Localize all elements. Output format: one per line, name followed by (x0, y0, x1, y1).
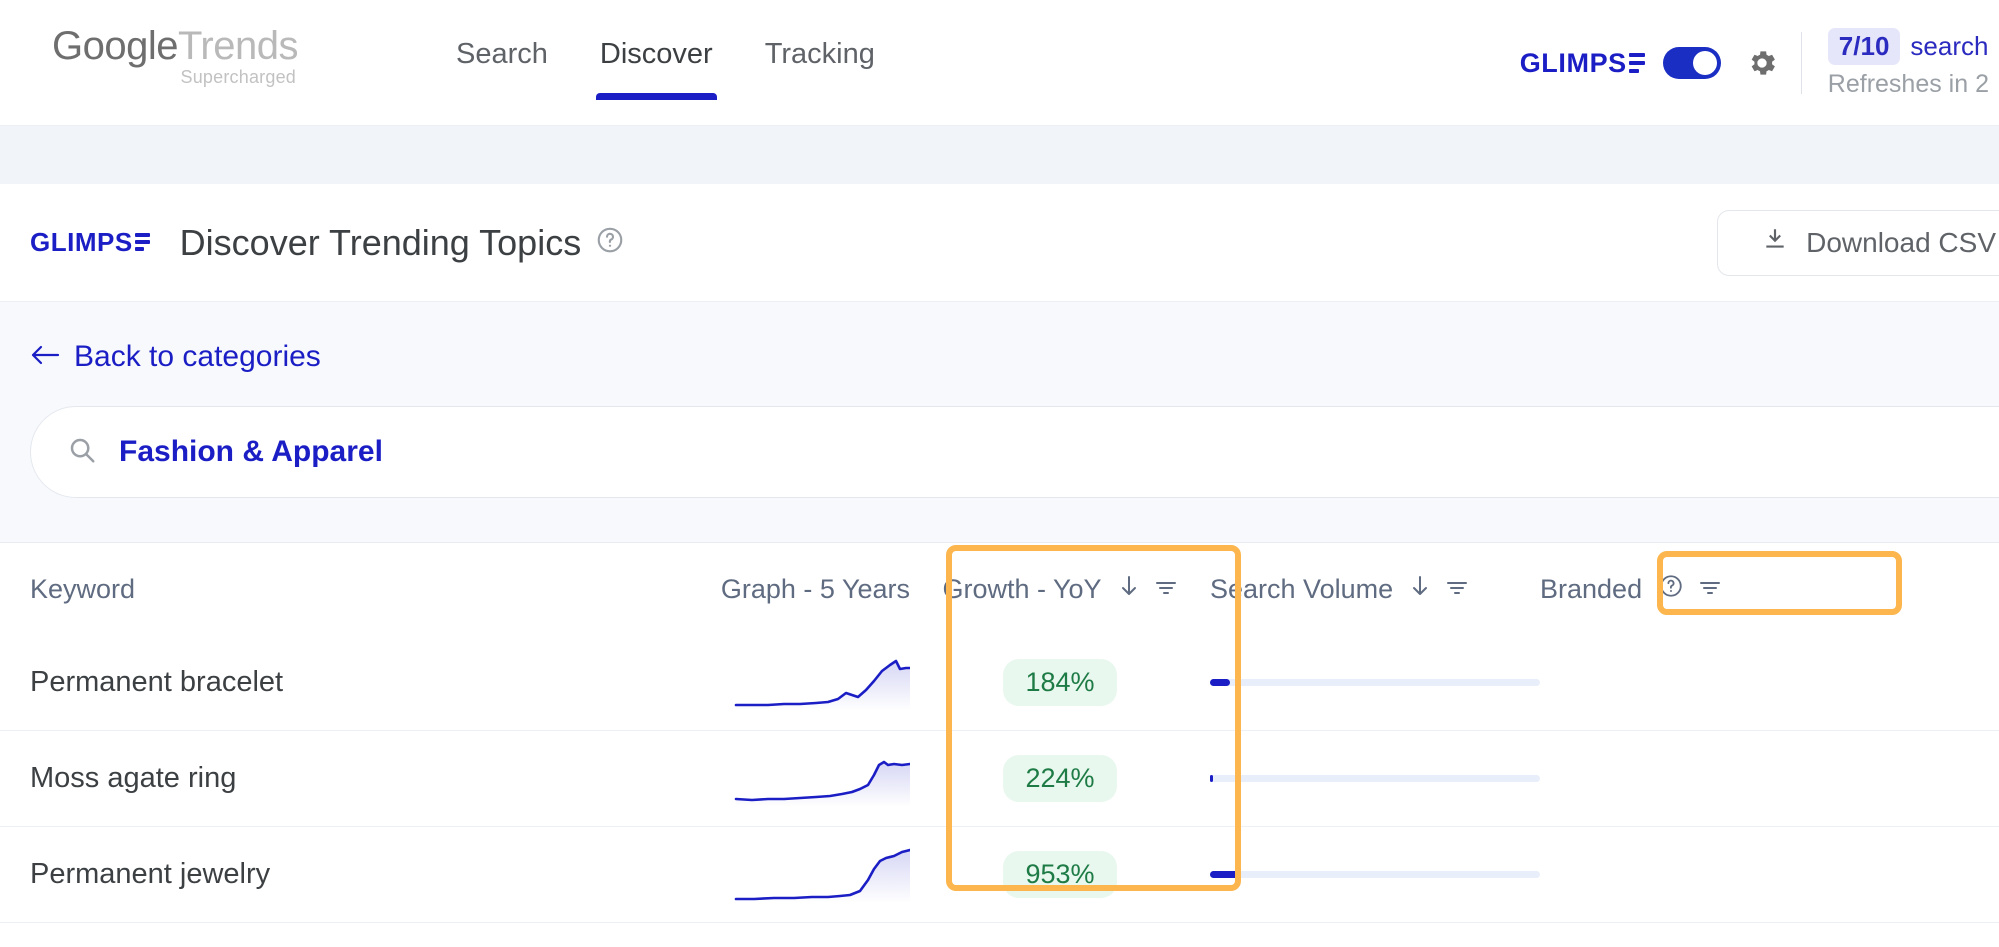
keyword-label: Permanent jewelry (30, 858, 270, 890)
arrow-left-icon (30, 340, 60, 374)
keyword-label: Permanent bracelet (30, 666, 283, 698)
cell-volume (1210, 679, 1540, 686)
glimpse-bars-icon (1629, 53, 1645, 73)
tab-search[interactable]: Search (430, 0, 574, 126)
toggle-knob (1693, 51, 1717, 75)
filter-icon[interactable] (1698, 574, 1722, 605)
tab-discover[interactable]: Discover (574, 0, 739, 126)
cell-growth: 953% (910, 851, 1210, 898)
cell-graph (720, 655, 910, 711)
logo-wordmark: GoogleTrends (52, 26, 298, 66)
column-header-volume-label: Search Volume (1210, 574, 1393, 605)
nav-divider (1801, 32, 1802, 94)
search-quota: 7/10 search Refreshes in 2 (1828, 28, 1999, 99)
quota-refresh-text: Refreshes in 2 (1828, 70, 1989, 99)
column-header-branded[interactable]: Branded (1540, 573, 1800, 606)
column-header-graph-label: Graph - 5 Years (721, 574, 910, 605)
glimpse-badge-text: GLIMPS (30, 227, 133, 258)
cell-keyword: Permanent jewelry (30, 858, 720, 891)
back-to-categories-label: Back to categories (74, 340, 321, 374)
tab-tracking[interactable]: Tracking (739, 0, 901, 126)
volume-bar (1210, 775, 1540, 782)
cell-growth: 224% (910, 755, 1210, 802)
download-icon (1762, 226, 1788, 259)
growth-badge: 953% (1003, 851, 1116, 898)
table-row[interactable]: Permanent jewelry 953% (0, 827, 1999, 923)
column-header-volume[interactable]: Search Volume (1210, 574, 1540, 605)
download-csv-label: Download CSV (1806, 227, 1996, 259)
page-title: Discover Trending Topics (180, 222, 582, 264)
column-header-branded-label: Branded (1540, 574, 1642, 605)
nav-right-cluster: GLIMPS 7/10 search Refreshes in 2 (1520, 0, 1999, 126)
sparkline-chart (734, 655, 910, 711)
branded-header-icons (1658, 573, 1722, 606)
column-header-graph[interactable]: Graph - 5 Years (720, 574, 910, 605)
cell-keyword: Moss agate ring (30, 762, 720, 795)
quota-line: 7/10 search (1828, 28, 1989, 65)
help-circle-icon[interactable] (595, 225, 625, 260)
keyword-label: Moss agate ring (30, 762, 236, 794)
cell-keyword: Permanent bracelet (30, 666, 720, 699)
growth-badge: 224% (1003, 755, 1116, 802)
volume-bar-fill (1210, 775, 1213, 782)
sort-descending-icon[interactable] (1409, 574, 1431, 605)
glimpse-bars-icon (135, 233, 150, 252)
column-header-growth-label: Growth - YoY (942, 574, 1101, 605)
volume-bar (1210, 871, 1540, 878)
gear-icon[interactable] (1745, 46, 1779, 80)
nav-tabs: Search Discover Tracking (430, 0, 901, 126)
cell-volume (1210, 775, 1540, 782)
glimpse-logo: GLIMPS (1520, 48, 1645, 79)
volume-header-icons (1409, 574, 1469, 605)
search-icon (67, 435, 97, 470)
google-trends-logo[interactable]: GoogleTrends Supercharged (52, 26, 298, 86)
back-to-categories-link[interactable]: Back to categories (30, 340, 321, 374)
cell-graph (720, 847, 910, 903)
quota-label: search (1910, 31, 1988, 62)
table-header-row: Keyword Graph - 5 Years Growth - YoY (0, 543, 1999, 635)
filter-zone: Back to categories Fashion & Apparel (0, 302, 1999, 543)
help-circle-icon[interactable] (1658, 573, 1684, 606)
top-navigation-bar: GoogleTrends Supercharged Search Discove… (0, 0, 1999, 126)
logo-trends-text: Trends (178, 24, 298, 68)
table-row[interactable]: Permanent bracelet 184% (0, 635, 1999, 731)
page-header: GLIMPS Discover Trending Topics Download… (0, 184, 1999, 302)
grey-spacer-strip (0, 126, 1999, 184)
volume-bar (1210, 679, 1540, 686)
glimpse-enable-toggle[interactable] (1663, 47, 1721, 79)
cell-volume (1210, 871, 1540, 878)
quota-count-badge: 7/10 (1828, 28, 1901, 65)
column-header-growth[interactable]: Growth - YoY (910, 574, 1210, 605)
column-header-keyword[interactable]: Keyword (30, 574, 720, 605)
table-row[interactable]: Moss agate ring 224% (0, 731, 1999, 827)
growth-header-icons (1118, 574, 1178, 605)
glimpse-logo-text: GLIMPS (1520, 48, 1627, 79)
volume-bar-fill (1210, 679, 1230, 686)
sort-descending-icon[interactable] (1118, 574, 1140, 605)
logo-supercharged-text: Supercharged (52, 68, 298, 86)
logo-google-text: Google (52, 24, 178, 68)
search-input-value: Fashion & Apparel (119, 435, 383, 469)
filter-icon[interactable] (1154, 574, 1178, 605)
column-header-keyword-label: Keyword (30, 574, 135, 605)
trending-topics-table: Keyword Graph - 5 Years Growth - YoY (0, 543, 1999, 923)
filter-icon[interactable] (1445, 574, 1469, 605)
cell-graph (720, 751, 910, 807)
cell-growth: 184% (910, 659, 1210, 706)
category-search-input[interactable]: Fashion & Apparel (30, 406, 1999, 498)
growth-badge: 184% (1003, 659, 1116, 706)
sparkline-chart (734, 847, 910, 903)
sparkline-chart (734, 751, 910, 807)
download-csv-button[interactable]: Download CSV (1717, 210, 1999, 276)
volume-bar-fill (1210, 871, 1240, 878)
glimpse-badge-logo: GLIMPS (30, 227, 150, 258)
